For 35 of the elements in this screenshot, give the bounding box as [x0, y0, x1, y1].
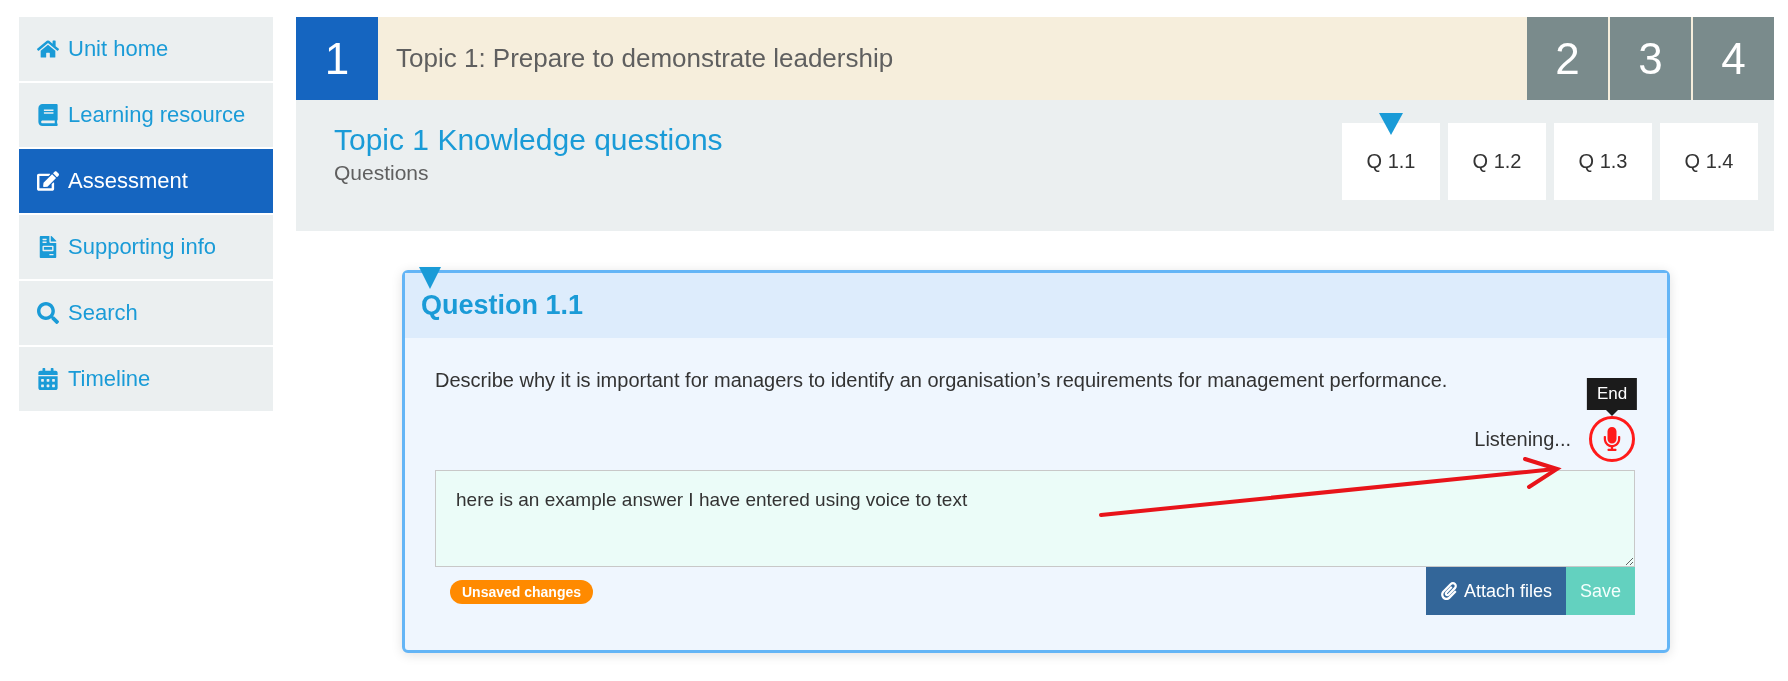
search-icon: [37, 302, 59, 324]
question-tab[interactable]: Q 1.3: [1554, 123, 1652, 200]
sidebar-item[interactable]: Assessment: [19, 149, 273, 213]
book-icon: [37, 104, 59, 126]
section-subtitle: Questions: [334, 161, 430, 185]
microphone-icon: [1602, 427, 1622, 451]
sidebar-item[interactable]: Timeline: [19, 347, 273, 411]
topic-tab[interactable]: 3: [1610, 17, 1691, 100]
topic-tab[interactable]: 2: [1527, 17, 1608, 100]
question-tab[interactable]: Q 1.2: [1448, 123, 1546, 200]
home-icon: [37, 38, 59, 60]
calendar-icon: [37, 368, 59, 390]
listening-status: Listening...: [1474, 427, 1571, 451]
question-tab[interactable]: Q 1.1: [1342, 123, 1440, 200]
save-button[interactable]: Save: [1565, 567, 1635, 615]
sidebar-item[interactable]: Search: [19, 281, 273, 345]
tooltip: End: [1586, 378, 1638, 410]
sidebar-item[interactable]: Learning resource: [19, 83, 273, 147]
topic-tab[interactable]: 4: [1693, 17, 1774, 100]
tooltip-pointer-icon: [1606, 410, 1618, 416]
unsaved-badge: Unsaved changes: [450, 580, 594, 604]
edit-icon: [37, 170, 59, 192]
answer-field[interactable]: here is an example answer I have entered using voice to text: [435, 470, 1635, 567]
question-text: Describe why it is important for managers to identify an organisation’s requirements for management performance.: [435, 368, 1448, 393]
paperclip-icon: [1439, 582, 1458, 600]
document-icon: [37, 236, 59, 258]
sidebar-item[interactable]: Supporting info: [19, 215, 273, 279]
question-tab[interactable]: Q 1.4: [1660, 123, 1758, 200]
sidebar-item[interactable]: Unit home: [19, 17, 273, 81]
microphone-button[interactable]: [1589, 416, 1635, 462]
section-title: Topic 1 Knowledge questions: [334, 123, 723, 157]
question-title: Question 1.1: [421, 290, 584, 321]
attach-button[interactable]: Attach files: [1425, 567, 1566, 615]
topic-title: Topic 1: Prepare to demonstrate leadership: [395, 42, 895, 75]
topic-tab[interactable]: 1: [296, 17, 378, 100]
